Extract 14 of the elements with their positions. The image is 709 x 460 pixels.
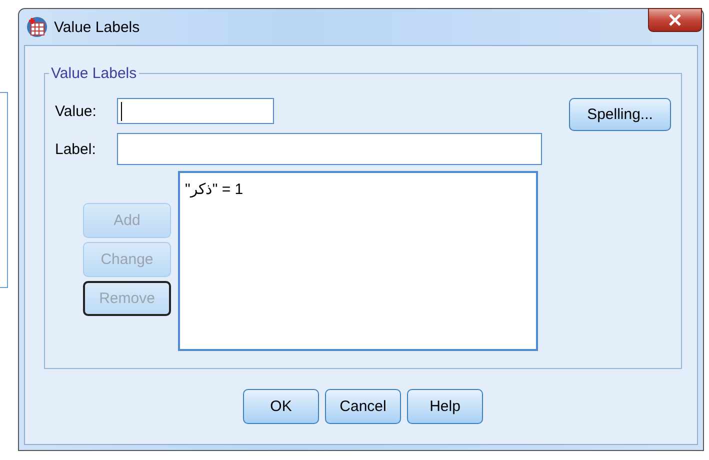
dialog-button[interactable]: OK [243, 389, 319, 424]
list-item[interactable]: 1 = "ذكر" [185, 180, 244, 198]
field-label: Label: [55, 140, 97, 158]
input-field[interactable] [117, 98, 274, 124]
field-label: Value: [55, 102, 98, 120]
close-button[interactable] [648, 8, 702, 32]
dialog-button[interactable]: Help [407, 389, 483, 424]
window-title: Value Labels [54, 18, 140, 36]
spelling-button[interactable]: Spelling... [569, 98, 671, 130]
labels-list[interactable]: 1 = "ذكر" [178, 171, 538, 351]
input-field[interactable] [117, 133, 542, 165]
close-icon [668, 14, 682, 26]
dialog-button[interactable]: Cancel [325, 389, 401, 424]
table-icon [26, 16, 48, 38]
